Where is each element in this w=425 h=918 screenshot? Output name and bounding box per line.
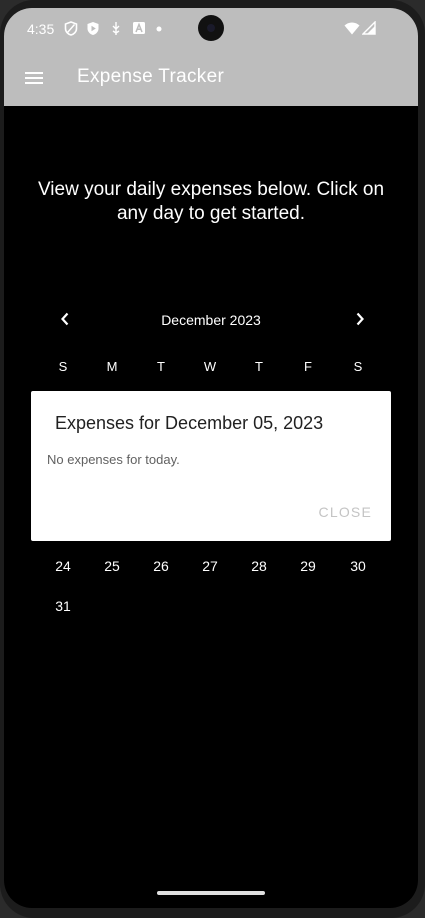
calendar-day[interactable]: 28 <box>244 558 274 574</box>
dot-icon <box>156 26 162 32</box>
signal-icon <box>362 21 376 35</box>
menu-button[interactable] <box>14 58 54 98</box>
app-bar: Expense Tracker <box>4 50 418 106</box>
calendar-day[interactable]: 24 <box>48 558 78 574</box>
weekday-thu: T <box>255 359 263 374</box>
calendar-day[interactable]: 27 <box>195 558 225 574</box>
expenses-dialog: Expenses for December 05, 2023 No expens… <box>31 391 391 541</box>
weekday-fri: F <box>304 359 312 374</box>
calendar-day[interactable]: 30 <box>343 558 373 574</box>
app-title: Expense Tracker <box>77 66 225 87</box>
calendar-day[interactable]: 25 <box>97 558 127 574</box>
wifi-icon <box>344 22 360 35</box>
status-bar: 4:35 <box>4 8 418 50</box>
a-square-icon <box>133 22 145 34</box>
home-indicator[interactable] <box>157 891 265 895</box>
close-button[interactable]: CLOSE <box>319 504 372 520</box>
shield-icon <box>64 21 78 36</box>
weekday-sun: S <box>58 359 68 374</box>
usb-debug-icon <box>112 22 120 35</box>
play-shield-icon <box>87 22 99 35</box>
weekday-mon: M <box>106 359 118 374</box>
front-camera <box>198 15 224 41</box>
weekday-wed: W <box>203 359 217 374</box>
calendar-day[interactable]: 31 <box>48 598 78 614</box>
weekday-sat: S <box>353 359 363 374</box>
device-frame: 4:35 Expense Tracker View your daily exp… <box>0 0 425 918</box>
dialog-title: Expenses for December 05, 2023 <box>55 413 324 433</box>
dialog-message: No expenses for today. <box>47 452 180 467</box>
weekday-tue: T <box>157 359 165 374</box>
screen: 4:35 Expense Tracker View your daily exp… <box>4 8 418 908</box>
calendar-day[interactable]: 26 <box>146 558 176 574</box>
calendar-header: December 2023 <box>4 304 418 334</box>
calendar-day[interactable]: 29 <box>293 558 323 574</box>
hamburger-menu-icon <box>25 72 43 84</box>
chevron-right-icon <box>356 312 364 326</box>
status-time: 4:35 <box>27 21 55 37</box>
next-month-button[interactable] <box>347 306 373 332</box>
intro-text: View your daily expenses below. Click on… <box>37 179 385 224</box>
